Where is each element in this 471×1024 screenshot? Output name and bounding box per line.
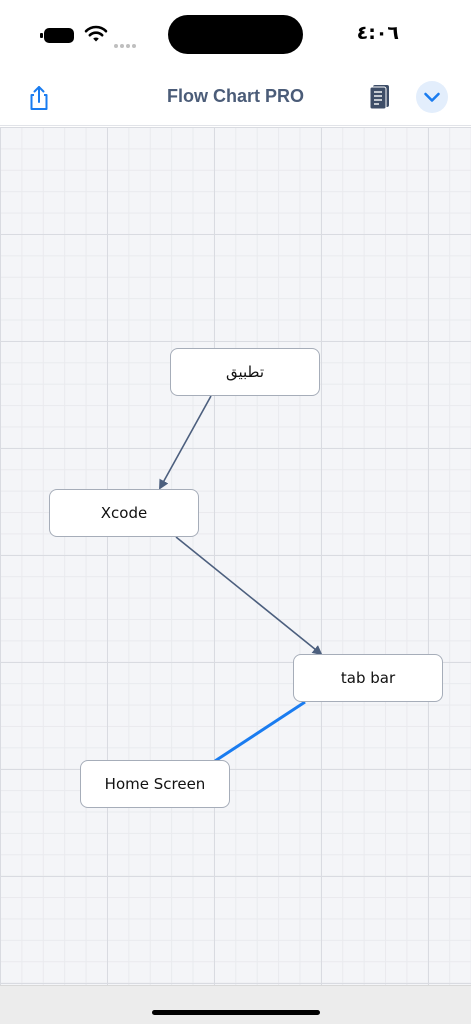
connector-tatbeeq-to-xcode[interactable]: [159, 395, 212, 490]
bottom-bar: [0, 985, 471, 1024]
flowchart-node[interactable]: تطبيق: [170, 348, 320, 396]
nav-bar: Flow Chart PRO: [0, 70, 471, 126]
flowchart-node[interactable]: Xcode: [49, 489, 199, 537]
document-icon[interactable]: [366, 82, 394, 112]
connector-xcode-to-tab-bar[interactable]: [175, 536, 323, 656]
node-label: Home Screen: [104, 775, 206, 793]
dynamic-island: [168, 15, 303, 54]
node-label: tab bar: [340, 669, 396, 687]
wifi-icon: [84, 25, 108, 42]
node-label: تطبيق: [225, 363, 265, 381]
chevron-down-button[interactable]: [416, 81, 448, 113]
status-bar: ٤:٠٦: [0, 0, 471, 70]
flowchart-node[interactable]: Home Screen: [80, 760, 230, 808]
chevron-down-icon: [424, 92, 440, 102]
home-indicator[interactable]: [152, 1010, 320, 1015]
flowchart-node[interactable]: tab bar: [293, 654, 443, 702]
page-title: Flow Chart PRO: [166, 86, 304, 106]
flowchart-canvas[interactable]: تطبيق Xcode tab bar Home Screen: [0, 127, 471, 985]
cellular-signal-icon: [114, 35, 140, 48]
battery-icon: [40, 28, 76, 43]
connectors-layer: [159, 395, 323, 763]
status-time: ٤:٠٦: [356, 22, 399, 44]
connector-tab-bar-to-home-screen[interactable]: [214, 700, 306, 763]
node-label: Xcode: [100, 504, 148, 522]
